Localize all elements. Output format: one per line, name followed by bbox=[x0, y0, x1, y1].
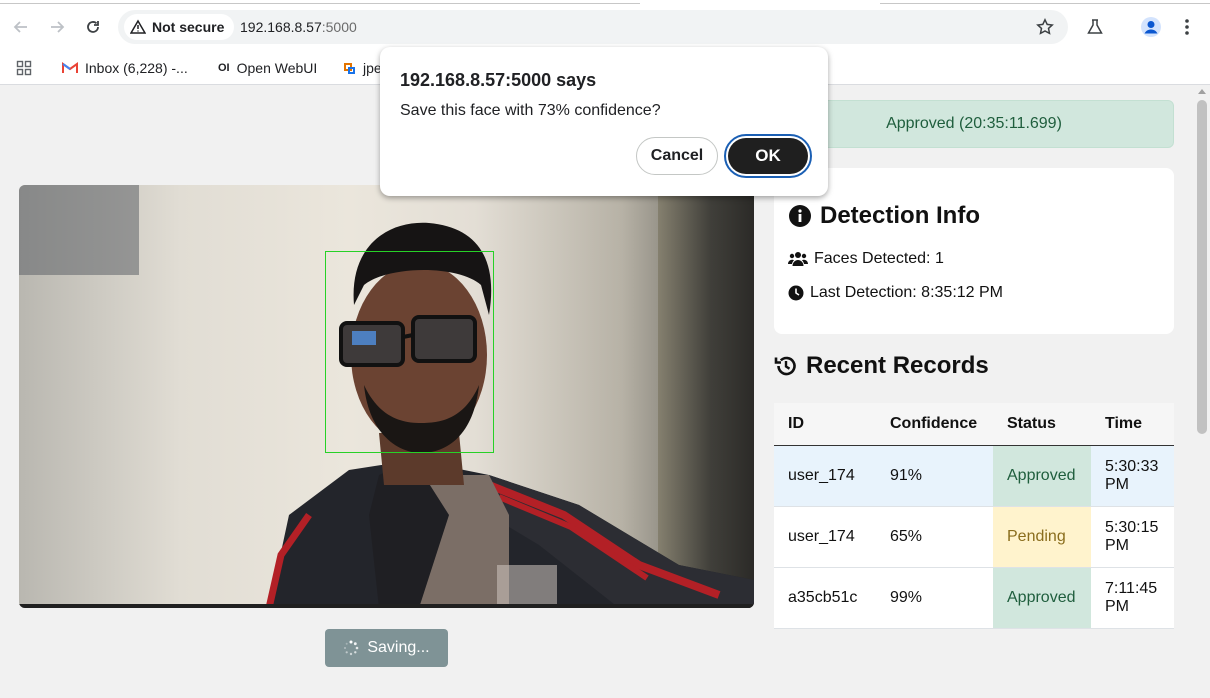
back-icon[interactable] bbox=[8, 14, 34, 40]
dialog-ok-button[interactable]: OK bbox=[724, 134, 812, 178]
record-confidence: 91% bbox=[876, 445, 993, 507]
gmail-icon bbox=[62, 62, 78, 73]
faces-detected-row: Faces Detected: 1 bbox=[788, 250, 944, 268]
bookmark-site-icon bbox=[344, 63, 355, 74]
record-confidence: 99% bbox=[876, 567, 993, 629]
bookmark-label: Inbox (6,228) -... bbox=[85, 60, 188, 76]
record-id: user_174 bbox=[774, 445, 876, 507]
last-detection-text: Last Detection: 8:35:12 PM bbox=[810, 284, 1003, 301]
tab-edge-right bbox=[880, 0, 1210, 4]
column-header-id: ID bbox=[774, 403, 876, 446]
spinner-icon bbox=[344, 640, 359, 656]
dialog-ok-label: OK bbox=[728, 138, 808, 174]
bookmark-label: Open WebUI bbox=[236, 60, 318, 76]
last-detection-row: Last Detection: 8:35:12 PM bbox=[788, 284, 1003, 302]
clock-icon bbox=[788, 285, 804, 301]
browser-toolbar: Not secure 192.168.8.57:5000 bbox=[0, 0, 1210, 52]
save-face-button[interactable]: Saving... bbox=[325, 629, 448, 667]
record-time: 5:30:33 PM bbox=[1091, 445, 1174, 507]
security-label: Not secure bbox=[152, 19, 225, 35]
confirm-dialog: 192.168.8.57:5000 says Save this face wi… bbox=[380, 47, 828, 196]
bookmark-jpe[interactable]: jpe bbox=[342, 56, 382, 80]
recent-records-title: Recent Records bbox=[806, 352, 989, 379]
dialog-cancel-button[interactable]: Cancel bbox=[636, 137, 718, 175]
record-time: 5:30:15 PM bbox=[1091, 506, 1174, 568]
records-header-row: ID Confidence Status Time bbox=[774, 403, 1174, 446]
column-header-status: Status bbox=[993, 403, 1091, 446]
warning-icon bbox=[130, 19, 146, 34]
bookmark-label: jpe bbox=[363, 60, 382, 76]
record-id: user_174 bbox=[774, 506, 876, 568]
url-host: 192.168.8.57 bbox=[240, 19, 322, 35]
menu-kebab-icon[interactable] bbox=[1174, 14, 1200, 40]
reload-icon[interactable] bbox=[80, 14, 106, 40]
detection-info-heading: Detection Info bbox=[788, 202, 980, 230]
history-icon bbox=[774, 356, 796, 376]
scroll-up-arrow-icon[interactable] bbox=[1198, 89, 1206, 94]
status-alert-text: Approved (20:35:11.699) bbox=[886, 115, 1062, 132]
apps-grid-icon[interactable] bbox=[16, 56, 32, 80]
record-status: Approved bbox=[993, 445, 1091, 507]
openwebui-icon: OI bbox=[218, 62, 230, 74]
security-chip[interactable]: Not secure bbox=[124, 14, 235, 40]
url-text[interactable]: 192.168.8.57:5000 bbox=[240, 19, 357, 35]
save-face-label: Saving... bbox=[367, 639, 430, 656]
camera-feed bbox=[19, 185, 754, 608]
table-row[interactable]: user_174 65% Pending 5:30:15 PM bbox=[774, 506, 1174, 568]
record-status: Pending bbox=[993, 506, 1091, 568]
table-row[interactable]: user_174 91% Approved 5:30:33 PM bbox=[774, 445, 1174, 507]
faces-detected-text: Faces Detected: 1 bbox=[814, 250, 944, 267]
labs-flask-icon[interactable] bbox=[1082, 14, 1108, 40]
star-icon[interactable] bbox=[1032, 14, 1058, 40]
users-icon bbox=[788, 252, 808, 266]
detection-info-title: Detection Info bbox=[820, 202, 980, 229]
forward-icon[interactable] bbox=[44, 14, 70, 40]
status-alert: Approved (20:35:11.699) bbox=[774, 100, 1174, 148]
record-time: 7:11:45 PM bbox=[1091, 567, 1174, 629]
record-confidence: 65% bbox=[876, 506, 993, 568]
tab-edge-left bbox=[0, 0, 640, 4]
column-header-time: Time bbox=[1091, 403, 1174, 446]
records-table: ID Confidence Status Time user_174 91% A… bbox=[774, 403, 1174, 629]
face-detection-box bbox=[325, 251, 494, 453]
scrollbar-thumb[interactable] bbox=[1197, 100, 1207, 434]
info-circle-icon bbox=[789, 205, 811, 227]
table-row[interactable]: a35cb51c 99% Approved 7:11:45 PM bbox=[774, 567, 1174, 629]
dialog-title: 192.168.8.57:5000 says bbox=[400, 70, 597, 90]
url-port: :5000 bbox=[321, 19, 357, 35]
detection-info-card: Detection Info Faces Detected: 1 Last De… bbox=[774, 168, 1174, 334]
dialog-message: Save this face with 73% confidence? bbox=[400, 102, 661, 119]
column-header-confidence: Confidence bbox=[876, 403, 993, 446]
record-status: Approved bbox=[993, 567, 1091, 629]
recent-records-heading: Recent Records bbox=[774, 352, 989, 380]
bookmark-gmail[interactable]: Inbox (6,228) -... bbox=[62, 56, 188, 80]
profile-avatar-icon[interactable] bbox=[1138, 14, 1164, 40]
camera-bottom-bar bbox=[19, 604, 754, 608]
record-id: a35cb51c bbox=[774, 567, 876, 629]
bookmark-open-webui[interactable]: OI Open WebUI bbox=[218, 56, 317, 80]
